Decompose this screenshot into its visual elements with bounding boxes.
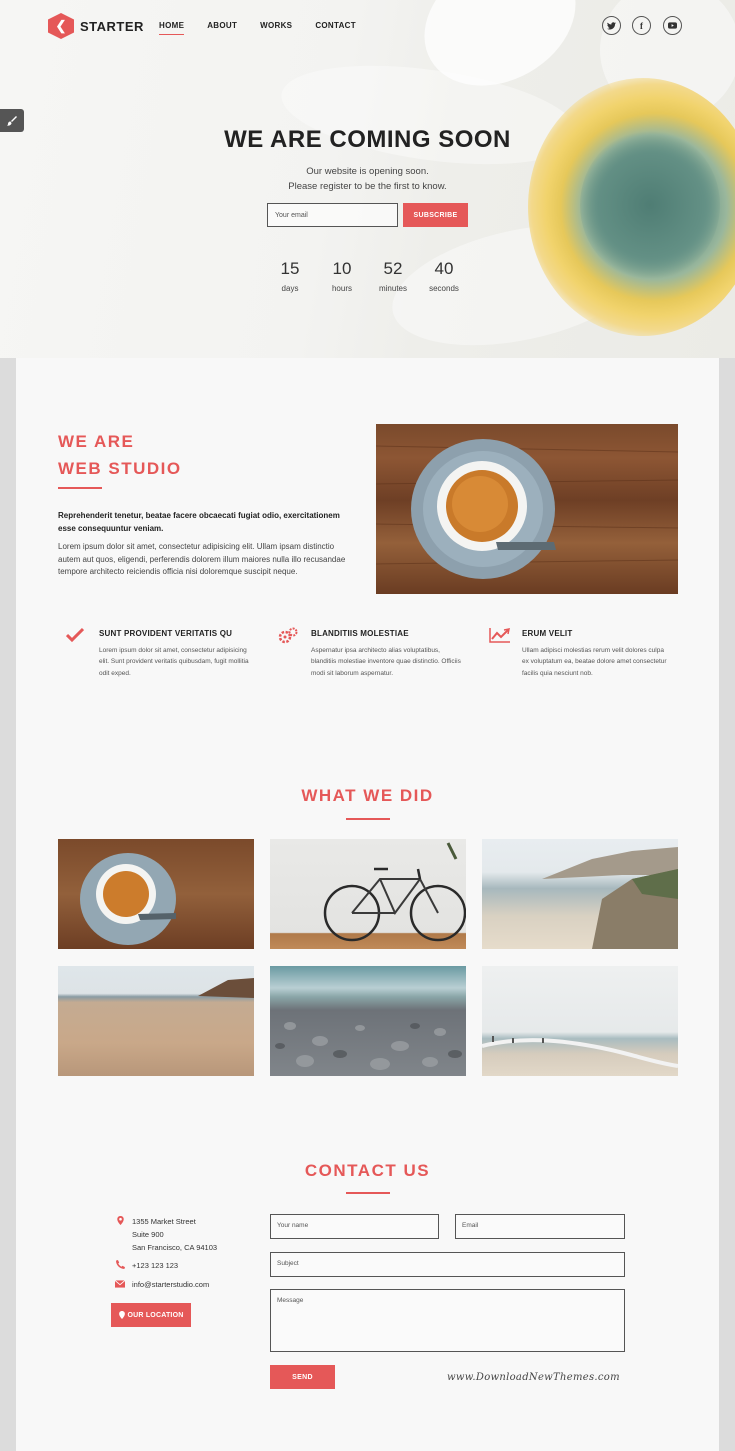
chart-line-icon [489,627,511,649]
feature-text: Lorem ipsum dolor sit amet, consectetur … [99,647,249,677]
send-button[interactable]: SEND [270,1365,335,1389]
countdown-label: hours [331,284,352,293]
phone-text: +123 123 123 [132,1261,179,1270]
feature-text: Ullam adipisci molestias rerum velit dol… [522,647,667,677]
work-thumbnail-bicycle[interactable] [270,839,466,949]
address-line: San Francisco, CA 94103 [132,1243,218,1252]
brand-name: STARTER [80,18,144,34]
countdown-seconds: 40 seconds [421,259,467,293]
hero-subtitle-line2: Please register to be the first to know. [288,181,447,192]
address-line: 1355 Market Street [132,1217,196,1226]
nav-home[interactable]: HOME [159,21,185,35]
feature-title: BLANDITIIS MOLESTIAE [311,629,409,638]
works-title: WHAT WE DID [301,786,434,805]
subscribe-button[interactable]: SUBSCRIBE [403,203,468,227]
watermark-text: www.DownloadNewThemes.com [447,1372,620,1383]
twitter-icon[interactable] [602,16,621,35]
logo-icon: ❮ [48,13,74,39]
phone-icon [115,1260,125,1273]
gears-icon [278,627,300,649]
title-underline [346,818,390,820]
work-thumbnail-pebbles[interactable] [270,966,466,1076]
hero-title: WE ARE COMING SOON [224,126,511,153]
work-thumbnail-beach[interactable] [58,966,254,1076]
brand-logo[interactable]: ❮ STARTER [48,13,144,39]
nav-contact[interactable]: CONTACT [315,21,356,35]
about-title: WE ARE WEB STUDIO [58,428,182,482]
countdown-value: 15 [280,259,300,278]
about-lead: Reprehenderit tenetur, beatae facere obc… [58,511,340,533]
subject-field[interactable]: Subject [270,1252,625,1277]
our-location-label: OUR LOCATION [127,1311,184,1319]
work-thumbnail-coast[interactable] [482,839,678,949]
feature-title: SUNT PROVIDENT VERITATIS QU [99,629,233,638]
coffee-photo [376,424,678,594]
youtube-icon[interactable] [663,16,682,35]
email-field[interactable]: Email [455,1214,625,1239]
subscribe-email-input[interactable]: Your email [267,203,398,227]
countdown-minutes: 52 minutes [370,259,416,293]
email-text[interactable]: info@starterstudio.com [132,1278,209,1291]
about-title-line2: WEB STUDIO [58,459,182,478]
nav-works[interactable]: WORKS [260,21,292,35]
about-title-line1: WE ARE [58,432,135,451]
facebook-icon[interactable]: f [632,16,651,35]
countdown-value: 52 [383,259,403,278]
countdown-hours: 10 hours [319,259,365,293]
countdown-value: 40 [434,259,454,278]
countdown-value: 10 [332,259,352,278]
title-underline [346,1192,390,1194]
nav-about[interactable]: ABOUT [207,21,237,35]
envelope-icon [114,1279,126,1292]
map-marker-icon [118,1311,125,1319]
title-underline [58,487,102,489]
work-thumbnail-coffee[interactable] [58,839,254,949]
contact-title: CONTACT US [304,1161,431,1180]
main-nav: HOME ABOUT WORKS CONTACT [159,21,379,35]
message-textarea[interactable]: Message [270,1289,625,1352]
feature-title: ERUM VELIT [522,629,573,638]
our-location-button[interactable]: OUR LOCATION [111,1303,191,1327]
work-thumbnail-shore[interactable] [482,966,678,1076]
feature-text: Aspernatur ipsa architecto alias volupta… [311,647,461,677]
address-line: Suite 900 [132,1230,164,1239]
countdown-label: minutes [378,284,407,293]
hero-section [0,0,735,358]
address-text: 1355 Market Street Suite 900 San Francis… [132,1215,217,1254]
countdown-days: 15 days [267,259,313,293]
countdown-label: seconds [429,284,459,293]
coffee-illustration [376,439,678,579]
map-marker-icon [115,1216,125,1229]
hero-subtitle-line1: Our website is opening soon. [306,166,429,177]
check-icon [65,627,88,649]
countdown-label: days [281,284,299,293]
about-body: Lorem ipsum dolor sit amet, consectetur … [58,542,346,576]
name-field[interactable]: Your name [270,1214,439,1239]
